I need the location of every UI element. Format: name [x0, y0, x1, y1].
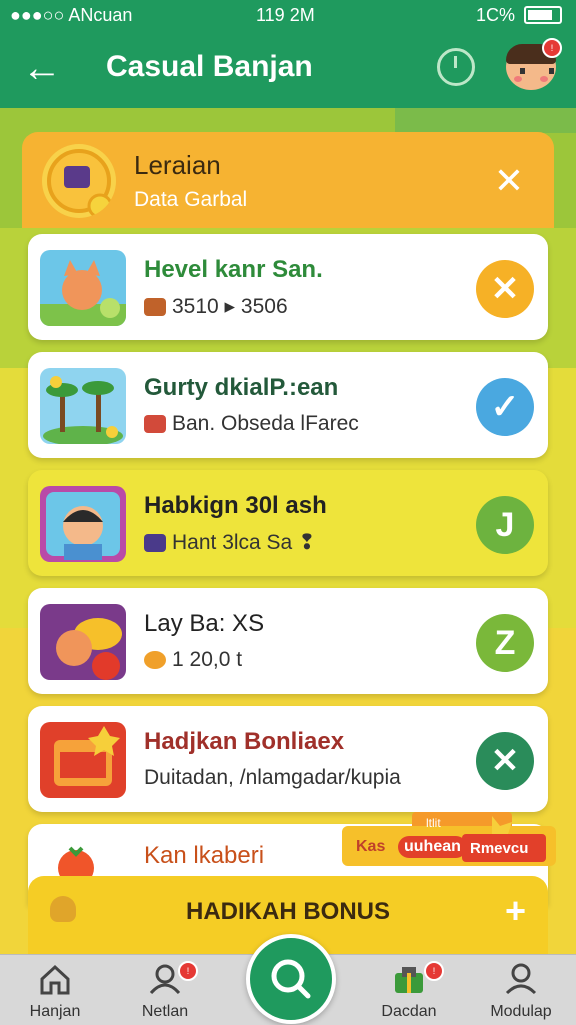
status-bar: ●●●○○ ANcuan 119 2M 1C% — [0, 0, 576, 30]
item-title: Hadjkan Bonliaex — [144, 728, 345, 755]
list-item[interactable]: Hadjkan Bonliaex Duitadan, /nlamgadar/ku… — [28, 706, 548, 812]
list-item-selected[interactable]: Habkign 30l ash Hant 3lca Sa ❢ J — [28, 470, 548, 576]
confirm-button[interactable]: ✓ — [476, 378, 534, 436]
item-title: Hevel kanr San. — [144, 256, 323, 283]
nav-item-home[interactable]: Hanjan — [0, 955, 110, 1025]
item-stats: Hant 3lca Sa ❢ — [144, 530, 316, 555]
dismiss-button[interactable]: ✕ — [476, 732, 534, 790]
dog-game-icon — [40, 604, 126, 680]
profile-badge: ! — [542, 38, 562, 58]
claim-button[interactable]: J — [476, 496, 534, 554]
trophy-icon — [42, 144, 116, 218]
item-stats: 1 20,0 t — [144, 648, 242, 672]
cat-game-icon — [40, 250, 126, 326]
tool-icon — [144, 415, 166, 433]
nav-item-gifts[interactable]: ! Dacdan — [354, 955, 464, 1025]
item-stats: Duitadan, /nlamgadar/kupia — [144, 766, 401, 789]
key-icon — [144, 534, 166, 552]
search-icon — [271, 959, 311, 999]
item-title: Habkign 30l ash — [144, 492, 327, 519]
item-title: Gurty dkialP.:ean — [144, 374, 339, 401]
nav-label: Modulap — [490, 1003, 552, 1020]
nav-label: Netlan — [141, 1003, 189, 1020]
chest-game-icon — [40, 722, 126, 798]
timer-icon[interactable] — [437, 48, 475, 86]
promo-banner[interactable]: Kas uuhean Rmevcu ltlit — [342, 812, 556, 878]
page-title: Casual Banjan — [106, 50, 313, 83]
battery-icon — [524, 6, 562, 24]
user-icon — [149, 964, 181, 995]
dismiss-button[interactable]: ✕ — [476, 260, 534, 318]
nav-item-profile[interactable]: Modulap — [466, 955, 576, 1025]
close-icon[interactable]: ✕ — [494, 160, 524, 202]
clock: 119 2M — [256, 5, 315, 25]
back-arrow-icon[interactable]: ← — [22, 48, 66, 88]
promo-top-text: ltlit — [426, 816, 441, 830]
item-stats: 3510 ▸ 3506 — [144, 294, 288, 319]
list-item[interactable]: Gurty dkialP.:ean Ban. Obseda lFarec ✓ — [28, 352, 548, 458]
promo-middle-text: uuhean — [398, 836, 467, 858]
nav-badge: ! — [424, 961, 444, 981]
island-game-icon — [40, 368, 126, 444]
profile-avatar[interactable]: ! — [506, 38, 562, 90]
item-title: Lay Ba: XS — [144, 610, 265, 637]
header-subtitle: Data Garbal — [134, 188, 248, 211]
promo-left-text: Kas — [356, 838, 386, 855]
person-icon — [505, 963, 537, 995]
boy-game-icon — [40, 486, 126, 562]
coin-icon — [144, 651, 166, 669]
nav-item-friends[interactable]: ! Netlan — [110, 955, 220, 1025]
nav-label: Hanjan — [29, 1003, 81, 1020]
list-item[interactable]: Hevel kanr San. 3510 ▸ 3506 ✕ — [28, 234, 548, 340]
item-stats: Ban. Obseda lFarec — [144, 412, 359, 436]
search-button[interactable] — [246, 934, 336, 1024]
add-bonus-button[interactable]: + — [505, 890, 526, 932]
list-item[interactable]: Lay Ba: XS 1 20,0 t Z — [28, 588, 548, 694]
leaf-icon — [144, 298, 166, 316]
header-card[interactable]: Leraian Data Garbal ✕ — [22, 132, 554, 228]
gift-icon — [395, 967, 423, 993]
nav-badge: ! — [178, 961, 198, 981]
bonus-label: HADIKAH BONUS — [186, 898, 390, 925]
battery-status: 1C% — [476, 5, 562, 26]
promo-right-text: Rmevcu — [470, 840, 529, 857]
zoom-button[interactable]: Z — [476, 614, 534, 672]
header-title: Leraian — [134, 150, 221, 180]
item-title: Kan lkaberi — [144, 842, 265, 869]
carrier-label: ●●●○○ ANcuan — [10, 5, 133, 25]
home-icon — [40, 964, 70, 995]
battery-label: 1C% — [475, 5, 515, 25]
app-bar: ← Casual Banjan ! — [0, 30, 576, 108]
nav-label: Dacdan — [381, 1003, 437, 1020]
